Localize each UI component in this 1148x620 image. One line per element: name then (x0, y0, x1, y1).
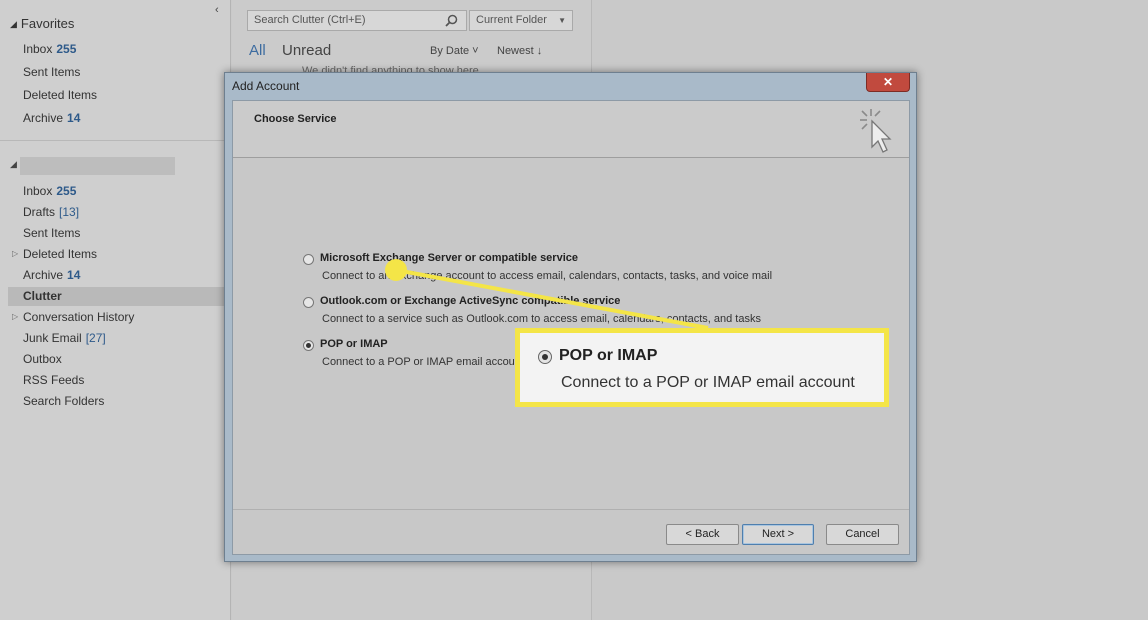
folder-label: Inbox (23, 184, 53, 198)
folder-label: Sent Items (23, 65, 81, 79)
exchange-option-title[interactable]: Microsoft Exchange Server or compatible … (320, 252, 578, 264)
folder-sent-items[interactable]: Sent Items (23, 226, 80, 240)
unread-count: 14 (67, 268, 81, 282)
folder-label: Deleted Items (23, 247, 98, 261)
collapsed-triangle-icon[interactable]: ▷ (12, 312, 18, 321)
folder-pane: ‹ ◢ Favorites Inbox 255 Sent Items Deleted… (0, 0, 231, 620)
outlook-com-option-title[interactable]: Outlook.com or Exchange ActiveSync compa… (320, 295, 620, 307)
exchange-radio[interactable] (303, 254, 314, 265)
folder-outbox[interactable]: Outbox (23, 352, 62, 366)
dialog-title: Add Account (232, 79, 300, 93)
favorites-header[interactable]: ◢ Favorites (10, 16, 74, 31)
favorite-deleted-items[interactable]: Deleted Items (23, 88, 97, 102)
folder-label: Drafts (23, 205, 56, 219)
dialog-heading: Choose Service (254, 113, 337, 125)
folder-label: Archive (23, 111, 64, 125)
folder-label: Archive (23, 268, 64, 282)
folder-clutter[interactable]: Clutter (23, 289, 62, 303)
outlook-com-radio[interactable] (303, 297, 314, 308)
folder-label: Search Folders (23, 394, 105, 408)
zoom-callout: POP or IMAP Connect to a POP or IMAP ema… (515, 328, 889, 407)
folder-archive[interactable]: Archive 14 (23, 268, 80, 282)
folder-drafts[interactable]: Drafts [13] (23, 205, 79, 219)
callout-radio (538, 350, 552, 364)
folder-deleted-items[interactable]: Deleted Items (23, 247, 97, 261)
pop-imap-radio[interactable] (303, 340, 314, 351)
favorite-inbox[interactable]: Inbox 255 (23, 42, 76, 56)
item-count: [27] (85, 331, 106, 345)
collapse-pane-icon[interactable]: ‹ (215, 4, 219, 16)
folder-label: Sent Items (23, 226, 81, 240)
add-account-dialog: Add Account ✕ Choose Service Microsoft E… (224, 72, 917, 562)
callout-description: Connect to a POP or IMAP email account (561, 374, 855, 391)
folder-label: Deleted Items (23, 88, 98, 102)
cancel-button[interactable]: Cancel (826, 524, 899, 545)
outlook-com-option-description: Connect to a service such as Outlook.com… (322, 313, 761, 325)
folder-inbox[interactable]: Inbox 255 (23, 184, 76, 198)
sort-order-button[interactable]: Newest ↓ (497, 45, 542, 57)
favorites-header-label: Favorites (20, 16, 75, 31)
callout-title: POP or IMAP (559, 347, 658, 364)
search-scope-value: Current Folder (476, 14, 547, 26)
close-button[interactable]: ✕ (866, 73, 910, 92)
filter-unread-tab[interactable]: Unread (282, 42, 331, 59)
wizard-cursor-icon (860, 109, 892, 153)
expanded-triangle-icon: ◢ (10, 19, 17, 29)
search-placeholder: Search Clutter (Ctrl+E) (254, 14, 366, 26)
search-icon[interactable] (445, 14, 458, 27)
folder-label: Clutter (23, 289, 62, 303)
search-input[interactable]: Search Clutter (Ctrl+E) (247, 10, 467, 31)
chevron-down-icon: ▼ (558, 16, 566, 25)
item-count: [13] (59, 205, 80, 219)
pop-imap-option-description: Connect to a POP or IMAP email account (322, 356, 524, 368)
expanded-triangle-icon[interactable]: ◢ (10, 159, 17, 170)
folder-junk-email[interactable]: Junk Email [27] (23, 331, 106, 345)
unread-count: 14 (67, 111, 81, 125)
pop-imap-option-title[interactable]: POP or IMAP (320, 338, 388, 350)
folder-search-folders[interactable]: Search Folders (23, 394, 104, 408)
back-button[interactable]: < Back (666, 524, 739, 545)
dialog-header: Choose Service (233, 101, 909, 158)
collapsed-triangle-icon[interactable]: ▷ (12, 249, 18, 258)
sort-by-button[interactable]: By Date ˅ (430, 45, 479, 57)
folder-label: Inbox (23, 42, 53, 56)
folder-label: RSS Feeds (23, 373, 85, 387)
pane-divider (0, 140, 231, 141)
unread-count: 255 (56, 42, 77, 56)
footer-divider (233, 509, 909, 510)
folder-label: Conversation History (23, 310, 135, 324)
next-button[interactable]: Next > (742, 524, 814, 545)
exchange-option-description: Connect to an Exchange account to access… (322, 270, 773, 282)
filter-all-tab[interactable]: All (249, 42, 266, 59)
favorite-sent-items[interactable]: Sent Items (23, 65, 80, 79)
unread-count: 255 (56, 184, 77, 198)
folder-label: Junk Email (23, 331, 82, 345)
folder-conversation-history[interactable]: Conversation History (23, 310, 134, 324)
folder-label: Outbox (23, 352, 62, 366)
search-scope-dropdown[interactable]: Current Folder ▼ (469, 10, 573, 31)
favorite-archive[interactable]: Archive 14 (23, 111, 80, 125)
folder-rss-feeds[interactable]: RSS Feeds (23, 373, 84, 387)
account-name-redacted[interactable] (20, 157, 175, 175)
